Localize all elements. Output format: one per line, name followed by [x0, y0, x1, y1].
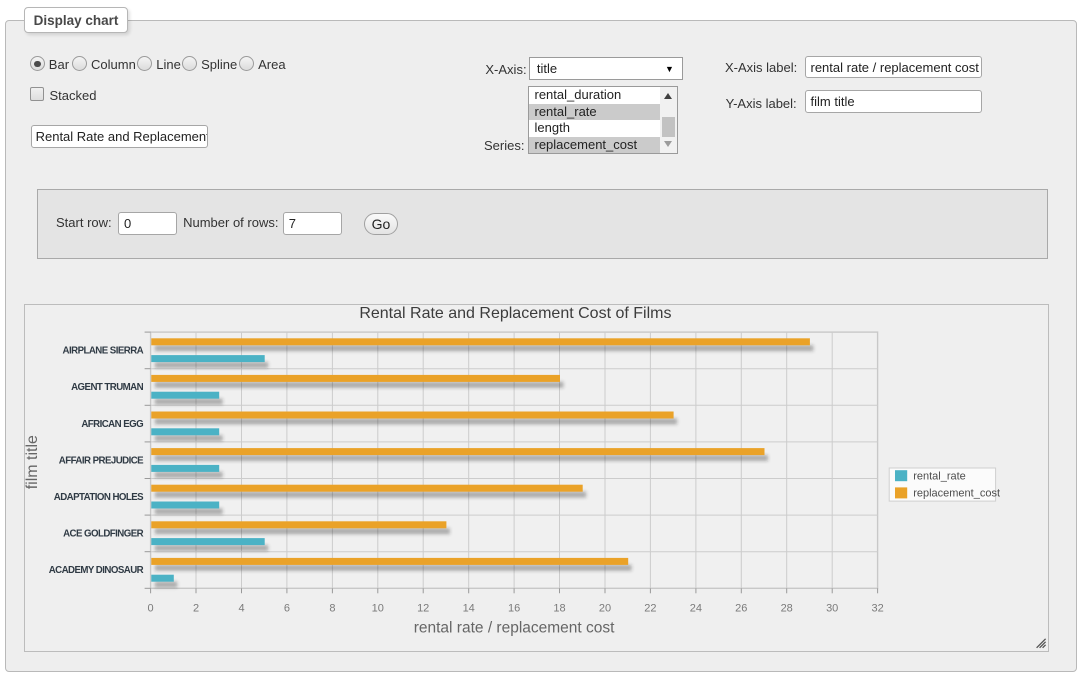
svg-text:6: 6	[284, 602, 290, 614]
svg-text:14: 14	[463, 602, 475, 614]
svg-text:32: 32	[872, 602, 884, 614]
svg-text:28: 28	[781, 602, 793, 614]
svg-text:film title: film title	[25, 435, 41, 489]
svg-text:AIRPLANE SIERRA: AIRPLANE SIERRA	[63, 346, 144, 357]
svg-text:26: 26	[736, 602, 748, 614]
svg-text:AFFAIR PREJUDICE: AFFAIR PREJUDICE	[59, 456, 144, 467]
svg-text:24: 24	[690, 602, 702, 614]
svg-text:2: 2	[193, 602, 199, 614]
svg-text:ADAPTATION HOLES: ADAPTATION HOLES	[54, 492, 144, 503]
svg-text:4: 4	[239, 602, 245, 614]
svg-text:ACE GOLDFINGER: ACE GOLDFINGER	[63, 529, 144, 540]
svg-text:rental_rate: rental_rate	[914, 470, 967, 482]
svg-text:30: 30	[826, 602, 838, 614]
svg-text:0: 0	[148, 602, 154, 614]
svg-text:10: 10	[372, 602, 384, 614]
svg-text:rental rate / replacement cost: rental rate / replacement cost	[414, 619, 615, 636]
svg-text:22: 22	[645, 602, 657, 614]
svg-text:20: 20	[599, 602, 611, 614]
svg-text:18: 18	[554, 602, 566, 614]
svg-text:AGENT TRUMAN: AGENT TRUMAN	[72, 382, 145, 393]
svg-text:ACADEMY DINOSAUR: ACADEMY DINOSAUR	[49, 565, 144, 576]
svg-text:AFRICAN EGG: AFRICAN EGG	[82, 419, 144, 430]
svg-text:12: 12	[417, 602, 429, 614]
svg-text:replacement_cost: replacement_cost	[914, 488, 1001, 500]
svg-text:8: 8	[330, 602, 336, 614]
svg-text:16: 16	[508, 602, 520, 614]
